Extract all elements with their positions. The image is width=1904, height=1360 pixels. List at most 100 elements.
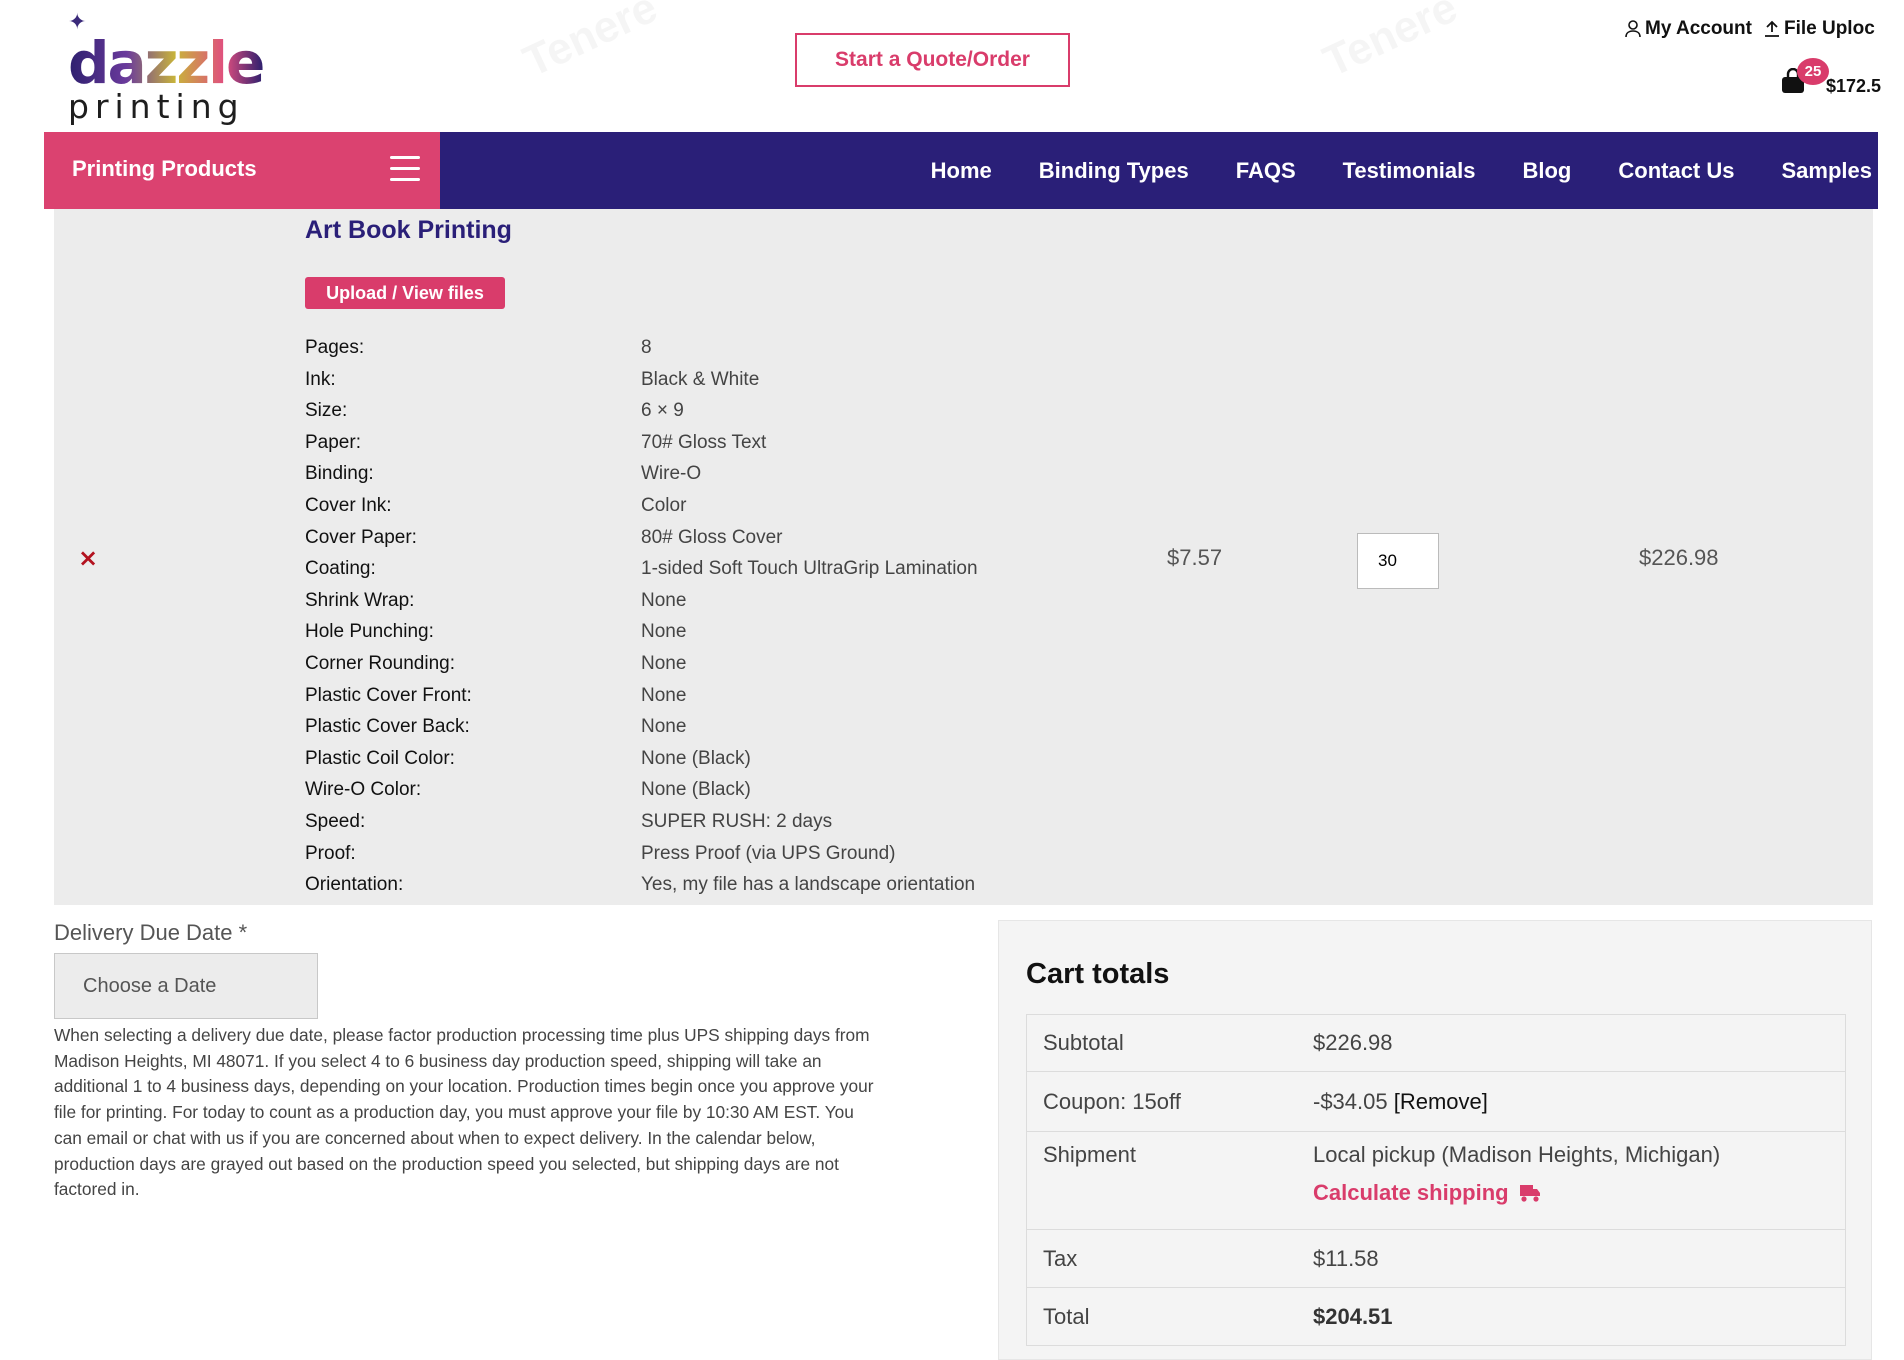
tax-label: Tax [1043,1245,1078,1271]
cart-totals-table: Subtotal $226.98 Coupon: 15off -$34.05 [… [1026,1014,1846,1346]
coupon-label: Coupon: 15off [1043,1088,1181,1114]
upload-icon [1764,20,1779,37]
total-label: Total [1043,1303,1090,1329]
shipment-value: Local pickup (Madison Heights, Michigan) [1313,1142,1721,1167]
file-upload-label: File Uploc [1783,18,1875,39]
coupon-row: Coupon: 15off -$34.05 [Remove] [1027,1072,1845,1132]
spec-row: Plastic Coil Color: None (Black) [305,746,978,778]
subtotal-value: $226.98 [1313,1030,1393,1055]
product-title-link[interactable]: Art Book Printing [305,216,512,245]
spec-row: Plastic Cover Front: None [305,683,978,715]
spec-value: None (Black) [641,747,751,769]
spec-key: Shrink Wrap: [305,589,415,611]
truck-icon [1519,1185,1540,1202]
spec-row: Orientation: Yes, my file has a landscape… [305,872,978,904]
tax-row: Tax $11.58 [1027,1230,1845,1288]
unit-price: $7.57 [1167,545,1223,570]
remove-item-icon[interactable]: × [78,544,98,572]
spec-row: Wire-O Color: None (Black) [305,777,978,809]
spec-value: 6 × 9 [641,400,684,422]
nav-testimonials[interactable]: Testimonials [1343,158,1476,184]
subtotal-label: Subtotal [1043,1030,1124,1055]
nav-contact-us[interactable]: Contact Us [1618,158,1734,184]
spec-value: Color [641,494,687,516]
cart-totals-title: Cart totals [1026,958,1170,990]
nav-home[interactable]: Home [931,158,992,184]
spec-key: Hole Punching: [305,621,434,643]
spec-key: Proof: [305,842,356,864]
file-upload-link[interactable]: File Uploc [1764,18,1875,40]
upload-view-files-button[interactable]: Upload / View files [305,277,505,309]
mini-cart[interactable]: 25 $172.5 [1780,58,1882,104]
spec-key: Binding: [305,463,374,485]
shipment-cell: Local pickup (Madison Heights, Michigan)… [1313,1142,1720,1206]
spec-value: None [641,589,687,611]
quantity-input[interactable] [1357,533,1439,589]
spec-value: SUPER RUSH: 2 days [641,810,833,832]
logo-word-printing: printing [68,87,245,126]
spec-key: Paper: [305,431,361,453]
line-total: $226.98 [1639,545,1719,570]
coupon-value: -$34.05 [1313,1088,1388,1114]
logo-word-dazzle: dazzle [68,29,265,97]
spec-row: Pages: 8 [305,335,978,367]
spec-key: Corner Rounding: [305,652,455,674]
spec-key: Cover Paper: [305,526,417,548]
delivery-date-label: Delivery Due Date * [54,920,248,945]
spec-key: Cover Ink: [305,494,392,516]
logo[interactable]: ✦ dazzle printing [66,10,265,124]
printing-products-label: Printing Products [72,156,257,181]
calculate-shipping-label: Calculate shipping [1313,1180,1509,1205]
delivery-help-text: When selecting a delivery due date, plea… [54,1025,874,1200]
spec-key: Coating: [305,558,376,580]
user-icon [1625,20,1641,38]
printing-products-menu[interactable]: Printing Products [44,132,440,209]
shipment-row: Shipment Local pickup (Madison Heights, … [1027,1132,1845,1230]
coupon-cell: -$34.05 [Remove] [1313,1089,1488,1115]
spec-value: 1-sided Soft Touch UltraGrip Lamination [641,558,978,580]
shipment-label: Shipment [1043,1142,1136,1167]
product-specs: Pages: 8 Ink: Black & White Size: 6 × 9 Pap… [305,335,978,904]
nav-items: Home Binding Types FAQS Testimonials Blo… [931,132,1872,209]
spec-value: None (Black) [641,779,751,801]
spec-row: Cover Ink: Color [305,493,978,525]
spec-row: Size: 6 × 9 [305,398,978,430]
spec-row: Corner Rounding: None [305,651,978,683]
account-links: My Account File Uploc [1625,18,1875,40]
spec-row: Cover Paper: 80# Gloss Cover [305,525,978,557]
hamburger-icon [390,156,420,182]
remove-coupon-link[interactable]: [Remove] [1394,1089,1488,1114]
nav-binding-types[interactable]: Binding Types [1039,158,1189,184]
total-row: Total $204.51 [1027,1288,1845,1345]
spec-key: Pages: [305,337,365,358]
start-quote-button[interactable]: Start a Quote/Order [795,33,1070,87]
spec-value: 80# Gloss Cover [641,526,783,548]
spec-key: Speed: [305,810,366,832]
spec-value: None [641,716,687,738]
spec-value: None [641,684,687,706]
nav-samples[interactable]: Samples [1782,158,1873,184]
spec-value: 8 [641,337,652,358]
spec-row: Proof: Press Proof (via UPS Ground) [305,841,978,873]
spec-key: Ink: [305,368,336,390]
cart-amount: $172.5 [1826,76,1882,96]
nav-blog[interactable]: Blog [1522,158,1571,184]
spec-value: Press Proof (via UPS Ground) [641,842,896,864]
calc-shipping-wrap: Calculate shipping [1313,1180,1720,1206]
delivery-date-input[interactable] [54,953,318,1019]
calculate-shipping-link[interactable]: Calculate shipping [1313,1180,1541,1206]
spec-value: None [641,621,687,643]
spec-value: Wire-O [641,463,702,485]
spec-value: Yes, my file has a landscape orientation [641,874,976,896]
tax-value: $11.58 [1313,1245,1379,1271]
spec-row: Ink: Black & White [305,367,978,399]
spec-row: Paper: 70# Gloss Text [305,430,978,462]
spec-key: Orientation: [305,874,404,896]
spec-row: Binding: Wire-O [305,461,978,493]
spec-row: Coating: 1-sided Soft Touch UltraGrip Lam… [305,556,978,588]
nav-faqs[interactable]: FAQS [1236,158,1296,184]
spec-key: Plastic Cover Back: [305,716,470,738]
cart-count-badge: 25 [1797,58,1829,85]
my-account-link[interactable]: My Account [1625,18,1752,40]
total-value: $204.51 [1313,1303,1393,1329]
